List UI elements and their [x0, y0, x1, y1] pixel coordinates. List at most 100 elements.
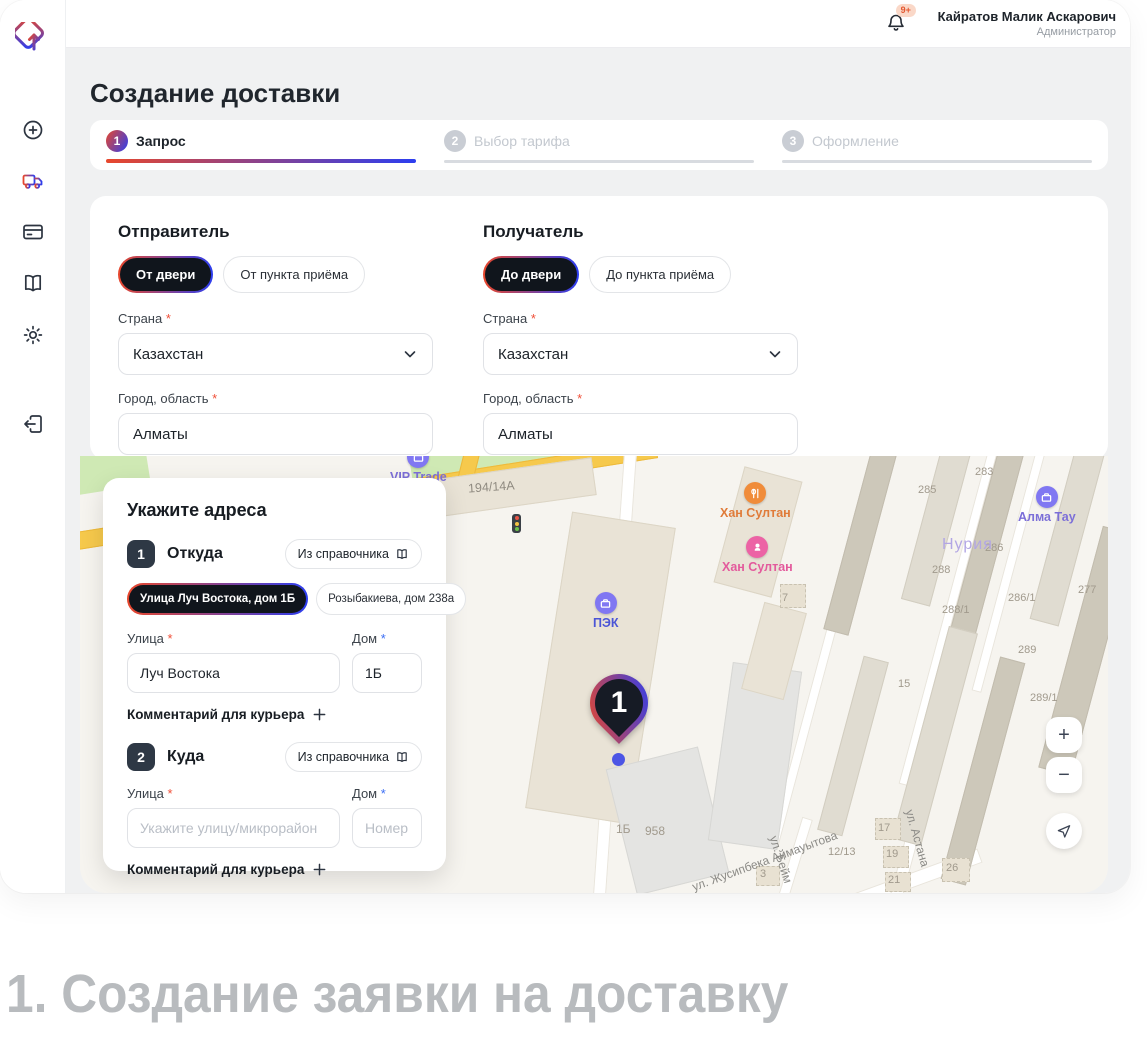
chevron-down-icon: [767, 346, 783, 362]
required-mark: *: [166, 311, 171, 326]
locate-me-button[interactable]: [1046, 813, 1082, 849]
from-address-chip-active[interactable]: Улица Луч Востока, дом 1Б: [127, 583, 308, 615]
sidebar: [0, 0, 66, 893]
step-checkout[interactable]: 3 Оформление: [782, 130, 1092, 170]
map-building-number: 958: [645, 824, 665, 838]
recipient-pickup-point-toggle[interactable]: До пункта приёма: [589, 256, 731, 293]
map-marker-anchor-dot: [612, 753, 625, 766]
required-mark: *: [168, 786, 173, 801]
map-building-number: 21: [888, 874, 900, 886]
from-directory-button[interactable]: Из справочника: [285, 539, 422, 569]
recipient-country-select[interactable]: Казахстан: [483, 333, 798, 375]
selected-country: Казахстан: [498, 346, 568, 363]
map-marker-pin[interactable]: 1: [578, 662, 660, 744]
map-building: [823, 456, 902, 636]
book-icon: [395, 750, 409, 764]
briefcase-icon: [600, 598, 611, 609]
zoom-out-button[interactable]: −: [1046, 757, 1082, 793]
sender-country-select[interactable]: Казахстан: [118, 333, 433, 375]
map-building: [817, 656, 889, 837]
step-number: 3: [782, 130, 804, 152]
logout-icon[interactable]: [21, 412, 45, 436]
step-request[interactable]: 1 Запрос: [106, 130, 416, 170]
from-house-input[interactable]: [352, 653, 422, 693]
user-menu[interactable]: Кайратов Малик Аскарович Администратор: [938, 9, 1116, 38]
plus-icon: [312, 707, 327, 722]
required-mark: *: [577, 391, 582, 406]
payments-card-icon[interactable]: [21, 220, 45, 244]
country-label: Страна *: [118, 311, 433, 326]
required-mark: *: [531, 311, 536, 326]
sender-door-toggle[interactable]: От двери: [118, 256, 213, 293]
plus-icon: [312, 862, 327, 877]
required-mark: *: [381, 631, 386, 646]
from-add-comment-button[interactable]: Комментарий для курьера: [127, 707, 422, 722]
map-district-label: Нурия: [942, 536, 993, 554]
required-mark: *: [212, 391, 217, 406]
step-progress-bar: [782, 160, 1092, 163]
recipient-door-toggle[interactable]: До двери: [483, 256, 579, 293]
from-badge: 1: [127, 540, 155, 568]
country-label: Страна *: [483, 311, 798, 326]
required-mark: *: [381, 786, 386, 801]
from-street-input[interactable]: [127, 653, 340, 693]
page-title: Создание доставки: [90, 78, 340, 109]
map-building-number: 12/13: [828, 846, 856, 858]
screenshot-caption: 1. Создание заявки на доставку: [6, 963, 788, 1025]
map-marker-number: 1: [590, 674, 648, 732]
map-poi-alma-tau[interactable]: Алма Тау: [1018, 486, 1076, 524]
sender-column: Отправитель От двери От пункта приёма Ст…: [118, 222, 433, 434]
chevron-down-icon: [402, 346, 418, 362]
notification-badge: 9+: [896, 4, 916, 17]
traffic-light-icon: [512, 514, 521, 533]
required-mark: *: [168, 631, 173, 646]
zoom-in-button[interactable]: +: [1046, 717, 1082, 753]
to-house-input[interactable]: [352, 808, 422, 848]
map-poi-pek[interactable]: ПЭК: [593, 592, 619, 630]
create-order-icon[interactable]: [21, 118, 45, 142]
food-icon: [752, 542, 763, 553]
map-poi-khan-sultan-food[interactable]: Хан Султан: [722, 536, 793, 574]
map-building-number: 283: [975, 466, 993, 478]
sender-city-input[interactable]: [118, 413, 433, 455]
address-card: Укажите адреса 1 Откуда Из справочника У…: [103, 478, 446, 871]
map-building-number: 285: [918, 484, 936, 496]
parties-form-card: Отправитель От двери От пункта приёма Ст…: [90, 196, 1108, 460]
to-add-comment-button[interactable]: Комментарий для курьера: [127, 862, 422, 877]
street-label: Улица *: [127, 786, 340, 801]
briefcase-icon: [1041, 492, 1052, 503]
settings-gear-icon[interactable]: [21, 323, 45, 347]
step-tariff[interactable]: 2 Выбор тарифа: [444, 130, 754, 170]
map-building-number: 288: [932, 564, 950, 576]
sender-pickup-point-toggle[interactable]: От пункта приёма: [223, 256, 365, 293]
recipient-column: Получатель До двери До пункта приёма Стр…: [483, 222, 798, 434]
step-label: Оформление: [812, 133, 899, 149]
map-building-number: 17: [878, 822, 890, 834]
step-progress-bar: [444, 160, 754, 163]
user-role: Администратор: [938, 26, 1116, 38]
recipient-city-input[interactable]: [483, 413, 798, 455]
step-label: Запрос: [136, 133, 186, 149]
to-directory-button[interactable]: Из справочника: [285, 742, 422, 772]
notifications-bell-icon[interactable]: 9+: [884, 11, 910, 37]
to-street-input[interactable]: [127, 808, 340, 848]
city-label: Город, область *: [118, 391, 433, 406]
map-building-number: 26: [946, 862, 958, 874]
main-content: Создание доставки 1 Запрос 2 Выбор тариф…: [66, 48, 1130, 893]
step-number: 2: [444, 130, 466, 152]
from-label: Откуда: [167, 545, 285, 563]
deliveries-truck-icon[interactable]: [21, 169, 45, 193]
map-building-number: 288/1: [942, 604, 970, 616]
recipient-title: Получатель: [483, 222, 798, 242]
user-name: Кайратов Малик Аскарович: [938, 9, 1116, 24]
navigation-arrow-icon: [1055, 822, 1073, 840]
map-building-number: 286/1: [1008, 592, 1036, 604]
map-building-number: 15: [898, 678, 910, 690]
app-logo-icon[interactable]: [15, 22, 53, 60]
city-label: Город, область *: [483, 391, 798, 406]
briefcase-icon: [413, 456, 424, 463]
directory-book-icon[interactable]: [21, 271, 45, 295]
from-address-chip[interactable]: Розыбакиева, дом 238а: [316, 583, 466, 615]
map-poi-khan-sultan-restaurant[interactable]: Хан Султан: [720, 482, 791, 520]
app-window: 9+ Кайратов Малик Аскарович Администрато…: [0, 0, 1130, 893]
